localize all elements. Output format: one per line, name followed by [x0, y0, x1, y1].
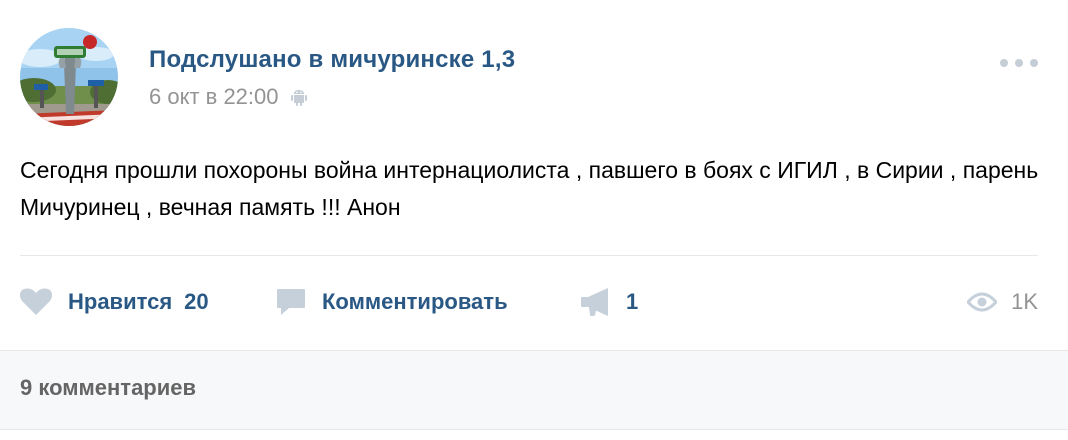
more-dot-icon	[1030, 59, 1038, 67]
like-count: 20	[184, 289, 209, 314]
like-button[interactable]: Нравится 20	[20, 282, 209, 322]
wall-post: Подслушано в мичуринске 1,3 6 окт в 22:0…	[0, 0, 1068, 440]
post-meta: 6 окт в 22:00	[149, 84, 309, 110]
community-avatar[interactable]	[20, 28, 118, 126]
avatar-image	[20, 28, 118, 126]
share-count: 1	[626, 289, 639, 314]
divider	[20, 255, 1038, 256]
more-dot-icon	[1000, 59, 1008, 67]
megaphone-icon	[581, 288, 608, 316]
android-icon	[290, 90, 307, 106]
views-count: 1K	[1011, 289, 1038, 314]
post-actions: Нравится 20 Комментировать 1 1K	[20, 282, 1038, 322]
comment-icon	[277, 289, 305, 315]
more-dot-icon	[1015, 59, 1023, 67]
more-actions-button[interactable]	[1000, 56, 1038, 70]
comments-footer: 9 комментариев	[0, 350, 1068, 430]
comment-button[interactable]: Комментировать	[276, 282, 508, 322]
like-label: Нравится	[68, 289, 173, 314]
share-button[interactable]: 1	[580, 282, 638, 322]
post-date[interactable]: 6 окт в 22:00	[149, 84, 279, 110]
heart-icon	[20, 288, 52, 315]
comments-count-link[interactable]: 9 комментариев	[20, 375, 196, 401]
post-author-link[interactable]: Подслушано в мичуринске 1,3	[149, 46, 515, 74]
views-counter: 1K	[967, 282, 1038, 322]
eye-icon	[967, 292, 998, 312]
comment-label: Комментировать	[322, 289, 508, 314]
post-text: Сегодня прошли похороны война интернацио…	[20, 157, 1039, 220]
